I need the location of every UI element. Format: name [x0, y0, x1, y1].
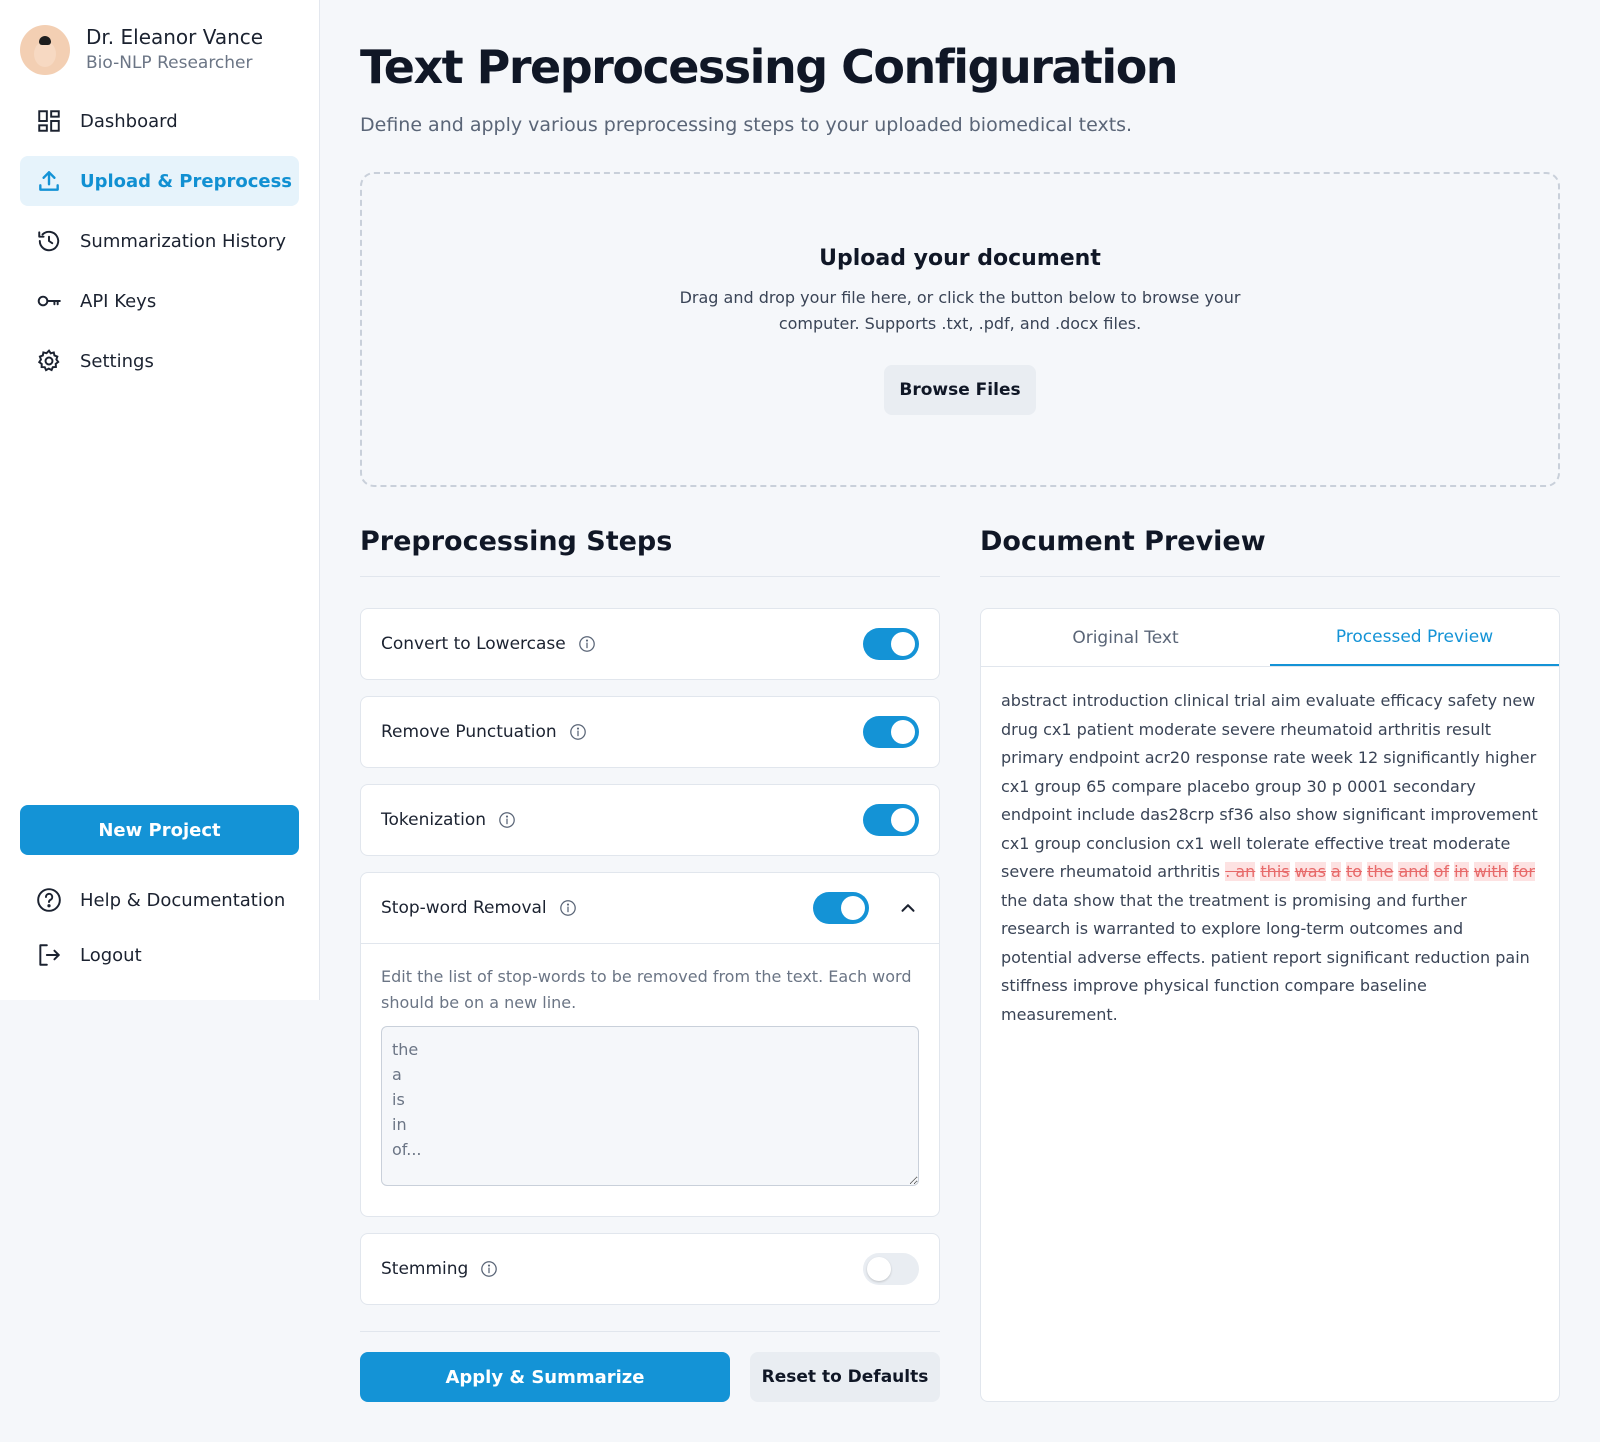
- key-icon: [36, 288, 62, 314]
- divider: [360, 1331, 940, 1332]
- step-card-stemming: Stemming: [360, 1233, 940, 1305]
- sidebar-item-label: Settings: [80, 350, 154, 372]
- info-icon[interactable]: [480, 1260, 498, 1278]
- logout-icon: [36, 942, 62, 968]
- step-card-punctuation: Remove Punctuation: [360, 696, 940, 768]
- lowercase-toggle[interactable]: [863, 628, 919, 660]
- processed-text-after: the data show that the treatment is prom…: [1001, 890, 1530, 1024]
- page-title: Text Preprocessing Configuration: [360, 40, 1179, 94]
- removed-word: in: [1454, 862, 1469, 881]
- removed-word: the: [1367, 862, 1394, 881]
- removed-word: for: [1512, 862, 1535, 881]
- step-card-tokenization: Tokenization: [360, 784, 940, 856]
- upload-dropzone[interactable]: Upload your document Drag and drop your …: [360, 172, 1560, 487]
- preprocessing-steps-list: Convert to Lowercase Remove Punctuation: [360, 608, 940, 1321]
- new-project-button[interactable]: New Project: [20, 805, 299, 855]
- step-card-lowercase: Convert to Lowercase: [360, 608, 940, 680]
- info-icon[interactable]: [569, 723, 587, 741]
- removed-word: to: [1345, 862, 1362, 881]
- removed-word: a: [1331, 862, 1341, 881]
- sidebar-item-label: Upload & Preprocess: [80, 170, 293, 192]
- stopword-toggle[interactable]: [813, 892, 869, 924]
- processed-text: abstract introduction clinical trial aim…: [981, 667, 1559, 1049]
- upload-title: Upload your document: [819, 246, 1101, 271]
- stopword-description: Edit the list of stop-words to be remove…: [381, 967, 912, 1012]
- stopword-list-textarea[interactable]: the a is in of...: [381, 1026, 919, 1186]
- gear-icon: [36, 348, 62, 374]
- sidebar-item-logout[interactable]: Logout: [20, 930, 299, 980]
- sidebar-item-label: Help & Documentation: [80, 889, 286, 911]
- preview-tabs: Original Text Processed Preview: [981, 609, 1559, 667]
- upload-description: Drag and drop your file here, or click t…: [679, 288, 1241, 333]
- sidebar-item-help[interactable]: Help & Documentation: [20, 875, 299, 925]
- sidebar-item-label: API Keys: [80, 290, 157, 312]
- history-icon: [36, 228, 62, 254]
- bottom-nav: Help & Documentation Logout: [20, 875, 299, 985]
- avatar: [20, 25, 70, 75]
- stopword-editor: Edit the list of stop-words to be remove…: [361, 943, 939, 1216]
- sidebar-item-label: Dashboard: [80, 110, 178, 132]
- step-label: Stop-word Removal: [381, 898, 547, 918]
- processed-text-before: abstract introduction clinical trial aim…: [1001, 691, 1538, 881]
- stemming-toggle[interactable]: [863, 1253, 919, 1285]
- info-icon[interactable]: [559, 899, 577, 917]
- step-card-stopword-removal: Stop-word Removal Edit the list of stop-…: [360, 872, 940, 1217]
- sidebar-item-label: Summarization History: [80, 230, 287, 252]
- user-name: Dr. Eleanor Vance: [86, 25, 264, 49]
- apply-summarize-button[interactable]: Apply & Summarize: [360, 1352, 730, 1402]
- upload-icon: [36, 168, 62, 194]
- help-icon: [36, 887, 62, 913]
- removed-word: this: [1260, 862, 1290, 881]
- dashboard-icon: [36, 108, 62, 134]
- document-preview-panel: Original Text Processed Preview abstract…: [980, 608, 1560, 1402]
- divider: [360, 576, 940, 577]
- info-icon[interactable]: [498, 811, 516, 829]
- step-label: Convert to Lowercase: [381, 634, 566, 654]
- sidebar-item-upload-preprocess[interactable]: Upload & Preprocess: [20, 156, 299, 206]
- chevron-up-icon[interactable]: [897, 897, 919, 919]
- document-preview-title: Document Preview: [980, 526, 1266, 557]
- browse-files-button[interactable]: Browse Files: [884, 365, 1036, 415]
- step-label: Remove Punctuation: [381, 722, 557, 742]
- step-label: Stemming: [381, 1259, 469, 1279]
- sidebar-item-settings[interactable]: Settings: [20, 336, 299, 386]
- step-label: Tokenization: [381, 810, 486, 830]
- page-subtitle: Define and apply various preprocessing s…: [360, 114, 1133, 136]
- removed-word: and: [1398, 862, 1429, 881]
- info-icon[interactable]: [578, 635, 596, 653]
- sidebar-item-dashboard[interactable]: Dashboard: [20, 96, 299, 146]
- sidebar-item-api-keys[interactable]: API Keys: [20, 276, 299, 326]
- sidebar-item-label: Logout: [80, 944, 142, 966]
- punctuation-toggle[interactable]: [863, 716, 919, 748]
- removed-word: with: [1473, 862, 1508, 881]
- removed-word: of: [1433, 862, 1450, 881]
- user-profile[interactable]: Dr. Eleanor Vance Bio-NLP Researcher: [20, 24, 263, 76]
- removed-word: . an: [1225, 862, 1256, 881]
- user-role: Bio-NLP Researcher: [86, 53, 253, 73]
- tab-original-text[interactable]: Original Text: [981, 609, 1270, 666]
- sidebar-item-summarization-history[interactable]: Summarization History: [20, 216, 299, 266]
- removed-word: was: [1294, 862, 1326, 881]
- preprocessing-steps-title: Preprocessing Steps: [360, 526, 673, 557]
- divider: [980, 576, 1560, 577]
- sidebar: Dr. Eleanor Vance Bio-NLP Researcher Das…: [0, 0, 320, 1000]
- tab-processed-preview[interactable]: Processed Preview: [1270, 609, 1559, 666]
- main-nav: Dashboard Upload & Preprocess Summarizat…: [20, 96, 299, 396]
- tokenization-toggle[interactable]: [863, 804, 919, 836]
- reset-defaults-button[interactable]: Reset to Defaults: [750, 1352, 940, 1402]
